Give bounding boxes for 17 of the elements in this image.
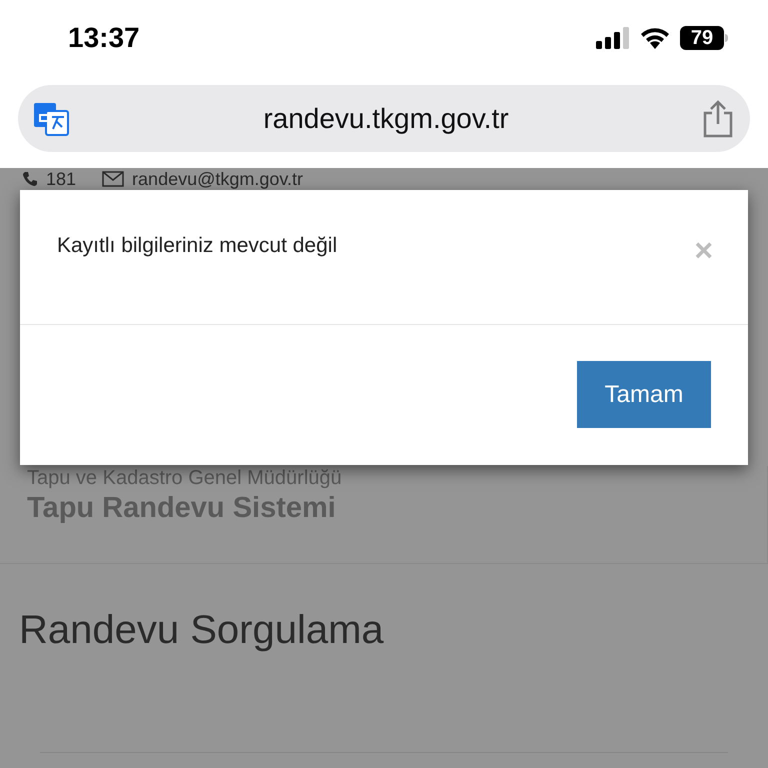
phone-icon xyxy=(22,171,38,187)
address-bar[interactable]: randevu.tkgm.gov.tr xyxy=(18,85,750,152)
phone-number: 181 xyxy=(46,168,76,190)
share-icon[interactable] xyxy=(702,100,734,138)
battery-level: 79 xyxy=(680,26,724,50)
ok-button[interactable]: Tamam xyxy=(577,361,711,428)
url-text[interactable]: randevu.tkgm.gov.tr xyxy=(263,98,509,140)
translate-icon[interactable] xyxy=(34,100,70,136)
mail-icon xyxy=(102,171,124,187)
dialog-message: Kayıtlı bilgileriniz mevcut değil xyxy=(57,233,338,259)
email-address: randevu@tkgm.gov.tr xyxy=(132,168,304,191)
system-title: Tapu Randevu Sistemi xyxy=(27,491,337,526)
status-time: 13:37 xyxy=(68,21,140,55)
page-heading: Randevu Sorgulama xyxy=(19,608,384,652)
wifi-icon xyxy=(640,27,670,49)
organization-name: Tapu ve Kadastro Genel Müdürlüğü xyxy=(27,466,343,490)
signal-icon xyxy=(596,27,630,49)
